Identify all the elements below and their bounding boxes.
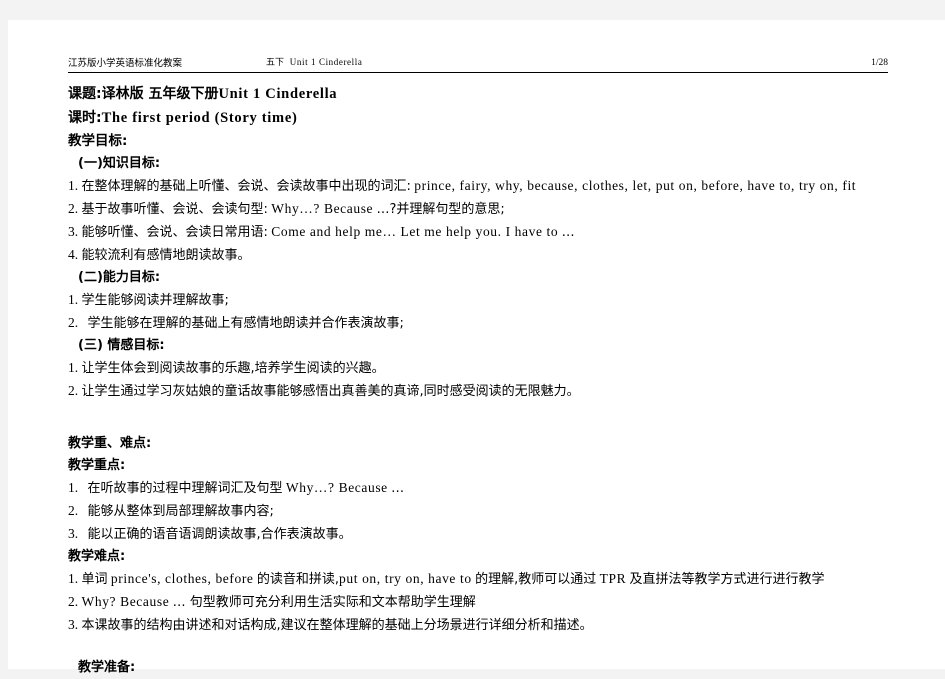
difficult-point-2: 2. Why? Because … 句型教师可充分利用生活实际和文本帮助学生理解 [68, 591, 888, 614]
ability-item-2-cn: 学生能够在理解的基础上有感情地朗读并合作表演故事; [87, 316, 404, 331]
difficult-point-1-tpr: TPR [599, 571, 627, 586]
key-difficult-section: 教学重、难点: 教学重点: 1. 在听故事的过程中理解词汇及句型 Why…? B… [68, 433, 888, 637]
knowledge-item-3-cn-post: … [561, 225, 575, 240]
document-page: 江苏版小学英语标准化教案 五下 Unit 1 Cinderella 1/28 课… [8, 20, 945, 675]
knowledge-item-3-cn-pre: 能够听懂、会说、会读日常用语: [81, 225, 268, 240]
ability-item-2-num: 2. [68, 315, 79, 330]
key-point-2: 2. 能够从整体到局部理解故事内容; [68, 500, 888, 523]
emotion-item-2: 2. 让学生通过学习灰姑娘的童话故事能够感悟出真善美的真谛,同时感受阅读的无限魅… [68, 380, 888, 403]
difficult-point-3-cn: 本课故事的结构由讲述和对话构成,建议在整体理解的基础上分场景进行详细分析和描述。 [81, 618, 593, 633]
emotion-item-2-num: 2. [68, 383, 79, 398]
knowledge-item-2: 2. 基于故事听懂、会说、会读句型: Why…? Because …?并理解句型… [68, 198, 888, 221]
emotion-item-1: 1. 让学生体会到阅读故事的乐趣,培养学生阅读的兴趣。 [68, 357, 888, 380]
emotion-objectives-heading: (三) 情感目标: [78, 338, 165, 353]
key-point-1-cn-pre: 在听故事的过程中理解词汇及句型 [87, 481, 283, 496]
key-point-2-num: 2. [68, 503, 79, 518]
knowledge-item-1-cn: 在整体理解的基础上听懂、会说、会读故事中出现的词汇: [81, 179, 411, 194]
ability-item-2: 2. 学生能够在理解的基础上有感情地朗读并合作表演故事; [68, 312, 888, 335]
knowledge-item-2-cn-post: …?并理解句型的意思; [376, 202, 505, 217]
knowledge-item-2-pattern: Why…? Because [271, 201, 374, 216]
objectives-heading: 教学目标: [68, 133, 128, 149]
difficult-point-1-cn-c: 的理解,教师可以通过 [475, 572, 597, 587]
key-points-heading: 教学重点: [68, 458, 126, 473]
running-header: 江苏版小学英语标准化教案 五下 Unit 1 Cinderella 1/28 [68, 56, 888, 73]
header-unit-cn: 五下 [266, 58, 285, 68]
difficult-point-1-cn-b: 的读音和拼读, [256, 572, 340, 587]
ability-objectives-heading: (二)能力目标: [78, 270, 161, 285]
key-point-2-cn: 能够从整体到局部理解故事内容; [87, 504, 274, 519]
ability-item-1-num: 1. [68, 292, 79, 307]
ability-item-1-cn: 学生能够阅读并理解故事; [81, 293, 229, 308]
preparation-section: 教学准备: [68, 657, 888, 679]
difficult-point-1-words-a: prince's, clothes, before [110, 571, 254, 586]
difficult-point-2-cn: … 句型教师可充分利用生活实际和文本帮助学生理解 [172, 595, 476, 610]
ability-item-1: 1. 学生能够阅读并理解故事; [68, 289, 888, 312]
knowledge-item-4-num: 4. [68, 247, 79, 262]
emotion-objectives-section: (三) 情感目标: 1. 让学生体会到阅读故事的乐趣,培养学生阅读的兴趣。 2.… [68, 335, 888, 403]
knowledge-item-3-phrases: Come and help me… Let me help you. I hav… [271, 224, 559, 239]
emotion-item-1-num: 1. [68, 360, 79, 375]
period-value: The first period (Story time) [101, 110, 298, 126]
difficult-point-1: 1. 单词 prince's, clothes, before 的读音和拼读,p… [68, 568, 888, 591]
difficult-point-1-cn-a: 单词 [81, 572, 108, 587]
knowledge-item-4-cn: 能较流利有感情地朗读故事。 [81, 248, 251, 263]
knowledge-item-2-num: 2. [68, 201, 79, 216]
page-content: 江苏版小学英语标准化教案 五下 Unit 1 Cinderella 1/28 课… [68, 56, 888, 679]
title-block: 课题:译林版 五年级下册Unit 1 Cinderella 课时:The fir… [68, 82, 888, 153]
subject-value-cn: 译林版 五年级下册 [101, 86, 219, 102]
knowledge-item-1: 1. 在整体理解的基础上听懂、会说、会读故事中出现的词汇: prince, fa… [68, 175, 888, 198]
difficult-point-1-words-b: put on, try on, have to [339, 571, 472, 586]
difficult-points-heading: 教学难点: [68, 549, 126, 564]
key-difficult-heading: 教学重、难点: [68, 436, 152, 451]
section-gap-1 [68, 403, 888, 433]
key-point-3-cn: 能以正确的语音语调朗读故事,合作表演故事。 [87, 527, 352, 542]
emotion-item-1-cn: 让学生体会到阅读故事的乐趣,培养学生阅读的兴趣。 [81, 361, 385, 376]
knowledge-item-2-cn-pre: 基于故事听懂、会说、会读句型: [81, 202, 268, 217]
key-point-1-num: 1. [68, 480, 79, 495]
key-point-1-pattern: Why…? Because [285, 480, 388, 495]
section-gap-2 [68, 637, 888, 657]
subject-label: 课题: [68, 86, 102, 102]
knowledge-item-1-num: 1. [68, 178, 79, 193]
key-point-1: 1. 在听故事的过程中理解词汇及句型 Why…? Because … [68, 477, 888, 500]
key-point-3-num: 3. [68, 526, 79, 541]
knowledge-objectives-section: (一)知识目标: 1. 在整体理解的基础上听懂、会说、会读故事中出现的词汇: p… [68, 153, 888, 267]
ability-objectives-section: (二)能力目标: 1. 学生能够阅读并理解故事; 2. 学生能够在理解的基础上有… [68, 267, 888, 335]
difficult-point-1-num: 1. [68, 571, 79, 586]
period-label: 课时: [68, 110, 102, 126]
difficult-point-3: 3. 本课故事的结构由讲述和对话构成,建议在整体理解的基础上分场景进行详细分析和… [68, 614, 888, 637]
subject-value-en: Unit 1 Cinderella [218, 86, 338, 102]
knowledge-objectives-heading: (一)知识目标: [78, 156, 161, 171]
knowledge-item-1-vocab: prince, fairy, why, because, clothes, le… [414, 178, 857, 193]
period-line: 课时:The first period (Story time) [68, 106, 888, 130]
subject-line: 课题:译林版 五年级下册Unit 1 Cinderella [68, 82, 888, 106]
key-point-1-cn-post: … [391, 481, 405, 496]
key-point-3: 3. 能以正确的语音语调朗读故事,合作表演故事。 [68, 523, 888, 546]
knowledge-item-4: 4. 能较流利有感情地朗读故事。 [68, 244, 888, 267]
knowledge-item-3: 3. 能够听懂、会说、会读日常用语: Come and help me… Let… [68, 221, 888, 244]
header-unit-en: Unit 1 Cinderella [289, 57, 363, 67]
knowledge-item-3-num: 3. [68, 224, 79, 239]
difficult-point-2-num: 2. [68, 594, 79, 609]
header-title-left: 江苏版小学英语标准化教案 [68, 58, 183, 69]
preparation-heading: 教学准备: [78, 660, 136, 675]
header-page-number: 1/28 [871, 58, 888, 68]
difficult-point-3-num: 3. [68, 617, 79, 632]
difficult-point-1-cn-d: 及直拼法等教学方式进行进行教学 [629, 572, 825, 587]
header-unit-label: 五下 Unit 1 Cinderella [266, 56, 362, 70]
emotion-item-2-cn: 让学生通过学习灰姑娘的童话故事能够感悟出真善美的真谛,同时感受阅读的无限魅力。 [81, 384, 580, 399]
difficult-point-2-pattern: Why? Because [81, 594, 170, 609]
